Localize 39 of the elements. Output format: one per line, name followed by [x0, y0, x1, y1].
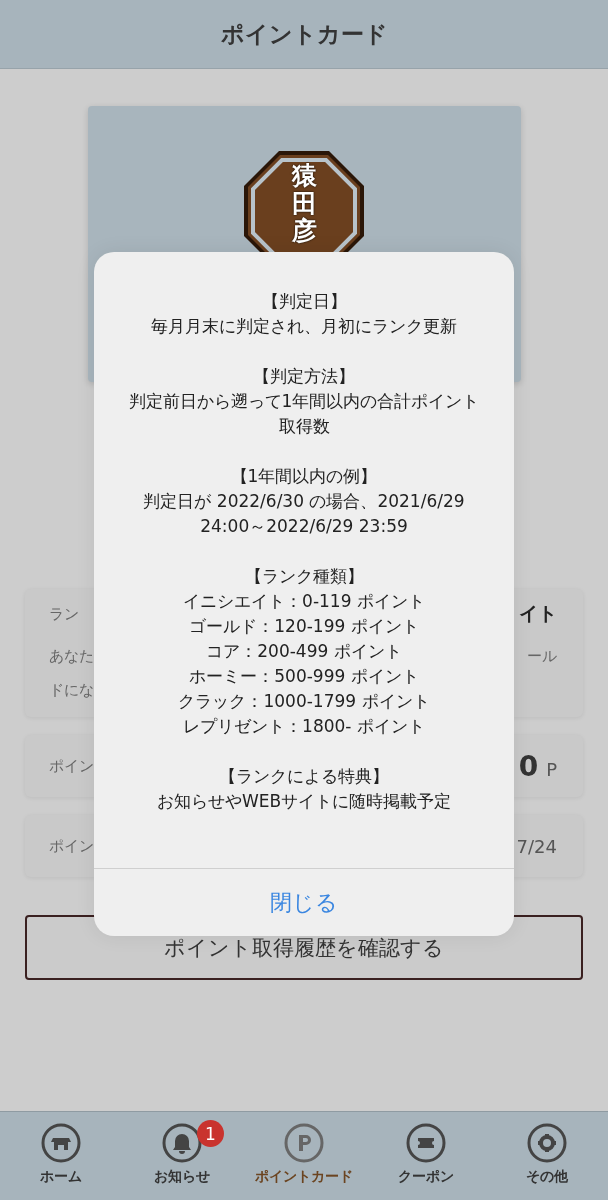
row-value: 7/24: [516, 835, 557, 857]
tab-item[interactable]: ホーム: [0, 1112, 122, 1200]
section-text: ゴールド：120-199 ポイント: [189, 615, 419, 638]
section-heading: 【1年間以内の例】: [230, 465, 378, 488]
settings-icon: [527, 1123, 568, 1163]
tab-item[interactable]: ポイントカード: [243, 1112, 365, 1200]
tab-item[interactable]: クーポン: [364, 1112, 487, 1200]
description-text: ドにな: [49, 680, 94, 700]
tab-item[interactable]: その他: [486, 1112, 608, 1200]
description-text: ール: [527, 646, 557, 666]
points-unit: P: [546, 758, 557, 780]
section-heading: 【判定方法】: [253, 365, 355, 388]
section-text: 毎月月末に判定され、月初にランク更新: [151, 315, 457, 338]
section-text: ホーミー：500-999 ポイント: [189, 665, 419, 688]
emblem-text: 猿田彦: [291, 162, 317, 245]
row-label: ポイン: [49, 836, 94, 856]
description-text: あなた: [49, 646, 94, 666]
row-label: ラン: [49, 604, 79, 624]
section-text: イニシエイト：0-119 ポイント: [183, 590, 425, 613]
row-label: ポイン: [49, 756, 94, 776]
section-text: お知らせやWEBサイトに随時掲載予定: [156, 790, 452, 813]
bell-icon: [162, 1123, 203, 1163]
section-text: コア：200-499 ポイント: [206, 640, 402, 663]
notification-badge: 1: [196, 1120, 224, 1147]
section-heading: 【判定日】: [261, 290, 347, 313]
ticket-icon: [405, 1123, 446, 1163]
close-button[interactable]: 閉じる: [94, 868, 514, 936]
section-text: 判定日が 2022/6/30 の場合、2021/6/29 24:00～2022/6/29 23:59: [142, 490, 466, 538]
section-heading: 【ランクによる特典】: [219, 765, 389, 788]
page-title: ポイントカード: [220, 19, 388, 49]
section-text: 判定前日から遡って1年間以内の合計ポイント取得数: [127, 390, 481, 438]
section-heading: 【ランク種類】: [244, 565, 364, 588]
section-text: クラック：1000-1799 ポイント: [178, 690, 430, 713]
tab-item[interactable]: お知らせ 1: [121, 1112, 244, 1200]
p-circle-icon: [284, 1123, 324, 1163]
row-value: イト: [519, 601, 557, 626]
points-value: 0: [518, 749, 539, 783]
house-icon: [40, 1123, 81, 1163]
section-text: レプリゼント：1800- ポイント: [183, 715, 425, 738]
